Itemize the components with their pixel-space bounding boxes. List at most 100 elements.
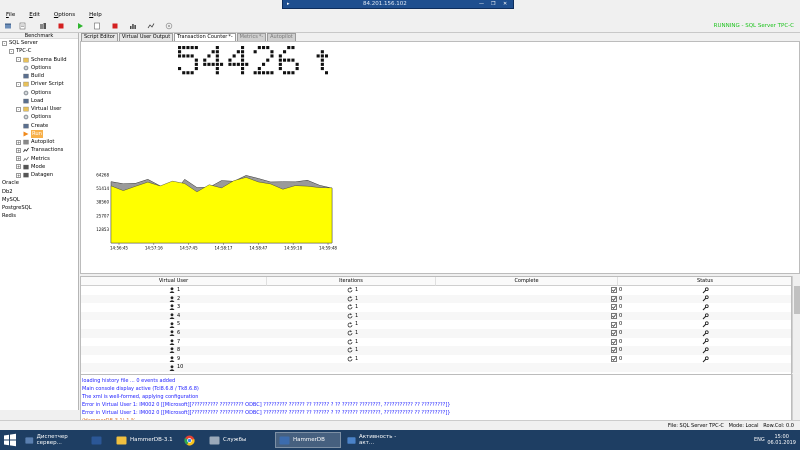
tab-autopilot[interactable]: Autopilot [267,33,296,41]
column-header[interactable]: Complete [436,277,618,286]
table-row[interactable]: 1 1 0 [81,286,791,295]
tree-item[interactable]: - TPC-C [9,47,31,55]
tree-item[interactable]: Db2 [2,188,13,196]
new-icon[interactable] [93,22,101,30]
taskbar-button[interactable]: Диспетчер сервер... [22,432,85,448]
taskbar-button[interactable]: HammerDB-3.1 [113,432,176,448]
run-icon[interactable] [76,22,84,30]
tree-item[interactable]: Options [23,89,51,97]
scrollbar-thumb[interactable] [794,286,800,314]
refresh-icon [347,356,353,362]
restore-icon[interactable]: ❐ [491,1,495,7]
collapse-icon[interactable]: - [16,57,21,62]
autopilot-icon[interactable] [165,22,173,30]
table-row[interactable]: 4 1 0 [81,311,791,321]
tree-item[interactable]: Build [23,72,44,80]
table-row[interactable]: 5 1 0 [81,320,791,329]
tree-item[interactable]: - Virtual User [16,105,61,113]
menu-item[interactable]: Options [54,12,75,18]
tree-item[interactable]: + Metrics [16,155,50,163]
pin-icon[interactable]: ▸ [287,1,290,7]
table-row[interactable]: 2 1 0 [81,294,791,304]
minimize-icon[interactable]: — [479,1,484,7]
table-row[interactable]: 7 1 0 [81,338,791,347]
tree-item[interactable]: Create [23,122,48,130]
menu-item[interactable]: Help [89,12,102,18]
table-row[interactable]: 8 1 0 [81,346,791,355]
collapse-icon[interactable]: - [2,40,7,46]
windows-start-icon[interactable] [3,433,17,447]
console-line: loading history file ... 0 events added [82,378,176,384]
stop-vu-icon[interactable] [111,22,119,30]
tree-item[interactable]: + Datagen [16,171,53,179]
tab-detach-icon[interactable]: *- [259,34,263,40]
stop-icon[interactable] [57,22,65,30]
build-icon[interactable] [39,22,47,30]
expand-icon[interactable]: + [16,172,21,178]
menu-item[interactable]: Edit [29,12,40,18]
column-header[interactable]: Status [618,277,791,286]
refresh-icon [347,339,353,345]
expand-icon[interactable]: + [16,164,21,170]
tab-metrics[interactable]: Metrics*- [236,33,267,41]
tab-detach-icon[interactable]: *- [228,34,232,40]
taskbar-button[interactable]: Службы [206,432,269,448]
expand-icon[interactable]: + [16,156,21,161]
table-scrollbar[interactable] [792,276,800,373]
counter-dot [215,67,219,71]
counter-dot [283,58,287,62]
menu-label: ile [8,12,16,18]
tab-label: Transaction Counter [177,34,228,40]
tab-transaction-counter[interactable]: Transaction Counter*- [174,33,236,41]
expand-icon[interactable]: + [16,147,21,153]
counter-dot [211,50,215,54]
counter-dot [207,62,211,66]
iterations-value: 1 [355,338,359,345]
table-row[interactable]: 6 1 0 [81,329,791,338]
table-row[interactable]: 10 [81,363,791,372]
tree-item[interactable]: + Mode [16,163,45,171]
expand-icon[interactable]: + [16,139,21,145]
tree-item[interactable]: - Driver Script [16,80,64,88]
close-icon[interactable]: ✕ [503,1,507,7]
edit-icon[interactable] [19,22,27,30]
language-indicator[interactable]: ENG [754,437,765,443]
tree-item[interactable]: + Transactions [16,146,63,154]
table-row[interactable]: 3 1 0 [81,303,791,312]
tab-script-editor[interactable]: Script Editor [81,33,118,41]
console-scrollbar[interactable] [792,374,800,420]
remote-session-bar[interactable]: ▸ 84.201.156.102 — ❐ ✕ [282,0,514,9]
tab-virtual-user-output[interactable]: Virtual User Output [118,33,174,41]
tree-item[interactable]: Options [23,113,51,121]
tree-item[interactable]: PostgreSQL [2,204,32,212]
checkbox-icon [611,356,617,362]
tree-item[interactable]: Load [23,97,43,105]
clock[interactable]: 15:00 06.01.2019 [767,434,796,446]
tree-item[interactable]: MySQL [2,196,20,204]
collapse-icon[interactable]: - [9,48,14,54]
taskbar-button[interactable] [88,432,110,448]
tree-item[interactable]: - SQL Server [2,39,38,47]
taskbar-button[interactable]: Активность - акт... [344,432,406,448]
chrome-icon [184,435,195,445]
tree-item[interactable]: Oracle [2,179,19,187]
menu-item[interactable]: File [6,12,15,18]
open-icon[interactable] [4,22,12,30]
taskbar-button[interactable]: HammerDB [275,432,341,448]
tree-item[interactable]: + Autopilot [16,138,54,146]
collapse-icon[interactable]: - [16,81,21,87]
metrics-icon[interactable] [147,22,155,30]
counter-dot [232,54,236,58]
tree-item[interactable]: - Schema Build [16,56,67,64]
column-header[interactable]: Virtual User [81,277,267,286]
tree-item[interactable]: Options [23,64,51,72]
counter-dot [211,62,215,66]
collapse-icon[interactable]: - [16,106,21,112]
taskbar-button[interactable] [181,432,203,448]
tree-item[interactable]: Run [23,129,43,138]
taskbar-label: Службы [223,437,247,443]
table-row[interactable]: 9 1 0 [81,355,791,364]
tree-item[interactable]: Redis [2,212,16,220]
transaction-chart-icon[interactable] [129,22,137,30]
column-header[interactable]: Iterations [267,277,436,286]
